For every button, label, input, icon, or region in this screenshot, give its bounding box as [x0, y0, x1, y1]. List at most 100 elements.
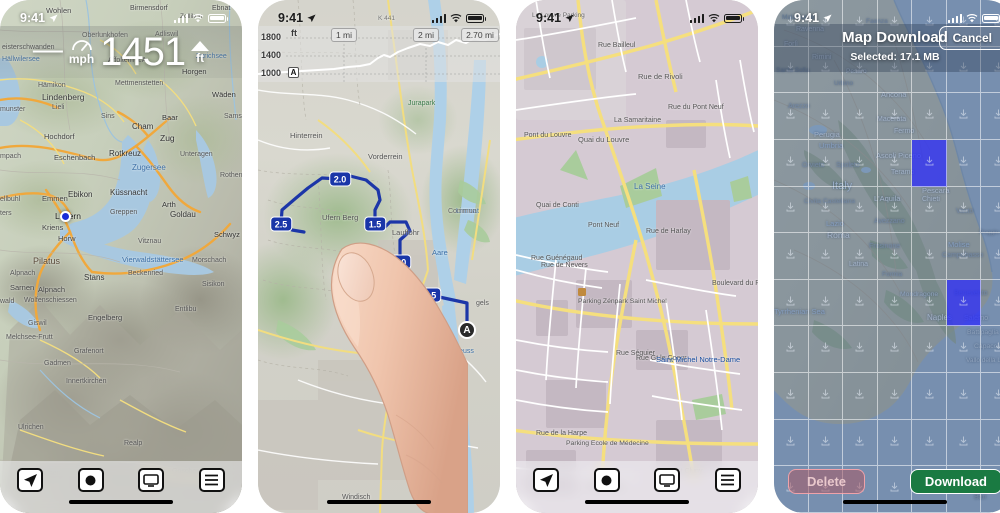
- download-tile[interactable]: [808, 373, 844, 420]
- route-mile-marker[interactable]: 1.5: [364, 216, 386, 232]
- download-tile[interactable]: [808, 279, 844, 327]
- cellular-signal-icon: [947, 13, 962, 23]
- download-tile[interactable]: [912, 326, 947, 374]
- cancel-button[interactable]: Cancel: [938, 26, 1000, 50]
- download-tray-icon: [854, 294, 865, 312]
- download-tile[interactable]: [912, 419, 947, 467]
- download-tile[interactable]: [877, 279, 913, 327]
- download-tile[interactable]: [843, 326, 878, 374]
- display-button[interactable]: [654, 468, 681, 492]
- download-tile-grid[interactable]: [774, 0, 1000, 513]
- download-button[interactable]: Download: [909, 469, 1000, 494]
- menu-button[interactable]: [714, 468, 741, 492]
- download-tile[interactable]: [946, 233, 982, 280]
- download-tile[interactable]: [981, 373, 1000, 420]
- download-tray-icon: [820, 200, 831, 218]
- download-tile[interactable]: [912, 93, 947, 140]
- download-tray-icon: [889, 434, 900, 452]
- download-tile[interactable]: [774, 93, 809, 140]
- download-tile[interactable]: [774, 186, 809, 234]
- download-tile[interactable]: [808, 93, 844, 140]
- bottom-toolbar: [516, 461, 758, 513]
- download-tray-icon: [854, 434, 865, 452]
- download-tile[interactable]: [946, 139, 982, 187]
- download-tile[interactable]: [981, 420, 1000, 467]
- menu-button[interactable]: [198, 468, 225, 492]
- download-tile-selected[interactable]: [912, 139, 947, 187]
- record-button[interactable]: [77, 468, 104, 492]
- phone-1-navigation-map: WohlenBirmensdorfEbnatOberlunkhofenAdlis…: [0, 0, 242, 513]
- locate-button[interactable]: [533, 468, 560, 492]
- download-tile[interactable]: [981, 93, 1000, 140]
- download-tile[interactable]: [774, 233, 809, 280]
- download-tile[interactable]: [912, 186, 947, 234]
- download-tile[interactable]: [808, 326, 844, 374]
- download-tile[interactable]: [843, 279, 878, 327]
- download-tile[interactable]: [912, 279, 947, 327]
- download-tile[interactable]: [843, 373, 878, 420]
- download-tile[interactable]: [808, 139, 844, 187]
- locate-button[interactable]: [17, 468, 44, 492]
- wifi-icon: [708, 13, 720, 22]
- download-tile[interactable]: [981, 140, 1000, 187]
- download-tray-icon: [924, 434, 935, 452]
- battery-full-icon: [724, 13, 744, 23]
- delete-button[interactable]: Delete: [788, 469, 866, 494]
- download-tile[interactable]: [877, 373, 913, 420]
- download-tile[interactable]: [981, 233, 1000, 280]
- map-canvas-paris[interactable]: [516, 0, 758, 513]
- download-tile[interactable]: [843, 139, 878, 187]
- download-tile[interactable]: [946, 419, 982, 467]
- download-tile[interactable]: [774, 279, 809, 327]
- status-time: 9:41: [278, 11, 304, 25]
- cellular-signal-icon: [431, 13, 446, 23]
- download-tile[interactable]: [843, 233, 878, 280]
- download-tile[interactable]: [912, 373, 947, 420]
- download-tile-selected[interactable]: [946, 279, 982, 327]
- download-tray-icon: [854, 247, 865, 265]
- display-button[interactable]: [138, 468, 165, 492]
- download-tile[interactable]: [808, 186, 844, 234]
- download-tray-icon: [820, 107, 831, 125]
- download-tile[interactable]: [774, 139, 809, 187]
- download-tile[interactable]: [946, 186, 982, 234]
- location-arrow-icon: [49, 13, 58, 22]
- download-tile[interactable]: [946, 93, 982, 140]
- download-tile[interactable]: [981, 280, 1000, 327]
- route-mile-marker[interactable]: 1.0: [389, 254, 411, 270]
- download-tile[interactable]: [981, 326, 1000, 374]
- download-tile[interactable]: [877, 139, 913, 187]
- download-tray-icon: [785, 247, 796, 265]
- download-tray-icon: [854, 107, 865, 125]
- home-indicator: [69, 499, 173, 504]
- distance-marker-1mi: 1 mi: [330, 28, 358, 42]
- download-tray-icon: [993, 387, 1000, 405]
- download-tile[interactable]: [981, 187, 1000, 234]
- download-tray-icon: [924, 247, 935, 265]
- download-tile[interactable]: [946, 373, 982, 420]
- download-tray-icon: [958, 247, 969, 265]
- record-button[interactable]: [593, 468, 620, 492]
- route-endpoint-marker[interactable]: A: [458, 321, 476, 339]
- download-tile[interactable]: [877, 93, 913, 140]
- download-tile[interactable]: [877, 233, 913, 280]
- download-tile[interactable]: [774, 373, 809, 420]
- download-tile[interactable]: [877, 326, 913, 374]
- route-mile-marker[interactable]: 2.5: [270, 216, 292, 232]
- download-tile[interactable]: [843, 186, 878, 234]
- elevation-profile-chart[interactable]: 1800 ft 1400 1000 1 mi 2 mi 2.70 mi A: [258, 26, 500, 82]
- download-tile[interactable]: [774, 326, 809, 374]
- download-tile[interactable]: [774, 419, 809, 467]
- download-tile[interactable]: [877, 419, 913, 467]
- download-tile[interactable]: [808, 233, 844, 280]
- status-bar: 9:41: [516, 0, 758, 30]
- route-mile-marker[interactable]: 2.0: [329, 171, 351, 187]
- download-tile[interactable]: [808, 419, 844, 467]
- download-tile[interactable]: [843, 93, 878, 140]
- download-tile[interactable]: [843, 419, 878, 467]
- download-tile[interactable]: [877, 186, 913, 234]
- download-tile[interactable]: [912, 233, 947, 280]
- route-mile-marker[interactable]: 0.5: [419, 287, 441, 303]
- download-tile[interactable]: [946, 326, 982, 374]
- phone-2-route-elevation: K 441 Hinterrein Vorderrein Limmat Ufern Ber…: [258, 0, 500, 513]
